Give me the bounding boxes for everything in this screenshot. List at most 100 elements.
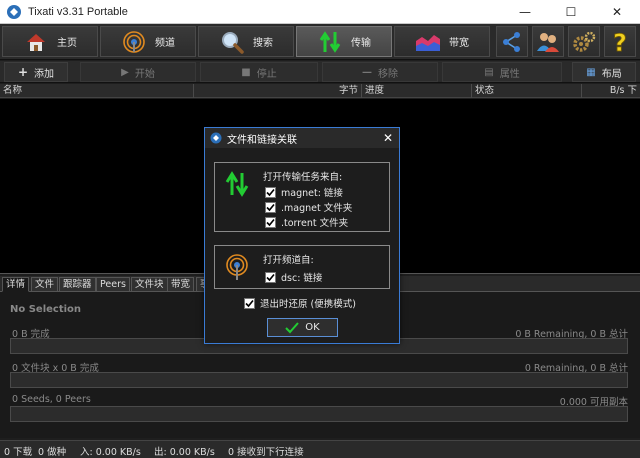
column-progress[interactable]: 进度 xyxy=(362,84,472,98)
channels-label: 频道 xyxy=(155,38,175,49)
layout-button[interactable]: ▦ 布局 xyxy=(572,62,636,82)
magnet-link-option[interactable]: magnet: 链接 xyxy=(265,185,343,199)
help-icon: ? xyxy=(613,29,628,55)
transfer-list-header: 名称 字节 进度 状态 B/s 下 xyxy=(0,84,640,98)
dsc-link-checkbox[interactable] xyxy=(265,271,276,283)
dsc-link-option[interactable]: dsc: 链接 xyxy=(265,270,322,284)
remove-button[interactable]: — 移除 xyxy=(322,62,438,82)
start-button[interactable]: ▶ 开始 xyxy=(80,62,196,82)
dialog-close-button[interactable]: ✕ xyxy=(383,131,393,145)
incoming-rate: 入: 0.00 KB/s xyxy=(80,447,141,458)
plus-icon: + xyxy=(17,65,29,79)
home-button[interactable]: 主页 xyxy=(2,26,98,57)
broadcast-icon xyxy=(121,29,147,55)
stop-label: 停止 xyxy=(256,68,277,80)
magnet-file-option[interactable]: .magnet 文件夹 xyxy=(265,200,352,214)
properties-icon: ▤ xyxy=(484,66,494,78)
transfer-arrows-icon xyxy=(317,29,343,55)
search-button[interactable]: 搜索 xyxy=(198,26,294,57)
transfer-arrows-icon xyxy=(225,171,249,197)
magnifier-icon xyxy=(219,29,245,55)
layout-label: 布局 xyxy=(601,68,622,80)
tab-peers[interactable]: Peers xyxy=(96,277,130,292)
stop-button[interactable]: ■ 停止 xyxy=(200,62,318,82)
channels-button[interactable]: 频道 xyxy=(100,26,196,57)
title-bar: Tixati v3.31 Portable — ☐ ✕ xyxy=(0,0,640,24)
tixati-app-icon xyxy=(7,4,21,19)
search-label: 搜索 xyxy=(253,38,273,49)
play-icon: ▶ xyxy=(121,66,129,78)
column-status[interactable]: 状态 xyxy=(472,84,582,98)
transfer-group-heading: 打开传输任务来自: xyxy=(263,172,343,183)
dialog-app-icon xyxy=(210,132,222,144)
main-toolbar: 主页 频道 搜索 传输 带宽 ? xyxy=(0,24,640,60)
minimize-button[interactable]: — xyxy=(502,0,548,24)
torrent-file-checkbox[interactable] xyxy=(265,216,276,228)
seeds-peers: 0 Seeds, 0 Peers xyxy=(12,394,91,405)
pieces-progress-bar xyxy=(10,372,628,388)
transfers-button[interactable]: 传输 xyxy=(296,26,392,57)
bandwidth-button[interactable]: 带宽 xyxy=(394,26,490,57)
settings-button[interactable] xyxy=(568,26,600,57)
seeding-count: 0 做种 xyxy=(38,447,67,458)
restore-on-exit-label: 退出时还原 (便携模式) xyxy=(260,299,356,310)
restore-on-exit-checkbox[interactable] xyxy=(244,297,255,309)
users-icon xyxy=(537,32,559,52)
transfers-label: 传输 xyxy=(351,38,371,49)
stop-icon: ■ xyxy=(241,66,251,78)
ok-label: OK xyxy=(305,322,320,333)
outgoing-rate: 出: 0.00 KB/s xyxy=(154,447,215,458)
restore-on-exit-option[interactable]: 退出时还原 (便携模式) xyxy=(244,296,356,310)
gears-icon xyxy=(573,31,596,52)
dialog-title: 文件和链接关联 xyxy=(227,134,297,146)
dialog-title-bar: 文件和链接关联 ✕ xyxy=(205,128,399,148)
tab-bandwidth[interactable]: 带宽 xyxy=(167,277,195,292)
column-name[interactable]: 名称 xyxy=(0,84,194,98)
downloading-count: 0 下载 xyxy=(4,447,33,458)
close-window-button[interactable]: ✕ xyxy=(594,0,640,24)
help-button[interactable]: ? xyxy=(604,26,636,57)
ok-button[interactable]: OK xyxy=(267,318,338,337)
tab-files[interactable]: 文件 xyxy=(31,277,59,292)
checkmark-icon xyxy=(266,218,275,226)
share-network-button[interactable] xyxy=(496,26,528,57)
minus-icon: — xyxy=(362,66,372,78)
users-button[interactable] xyxy=(532,26,564,57)
broadcast-icon xyxy=(226,254,248,280)
bandwidth-label: 带宽 xyxy=(449,38,469,49)
properties-button[interactable]: ▤ 属性 xyxy=(442,62,562,82)
no-selection-label: No Selection xyxy=(10,304,82,315)
transfer-association-group: 打开传输任务来自: magnet: 链接 .magnet 文件夹 .torren… xyxy=(214,162,390,232)
magnet-file-checkbox[interactable] xyxy=(265,201,276,213)
availability-bar xyxy=(10,406,628,422)
checkmark-icon xyxy=(266,188,275,196)
maximize-button[interactable]: ☐ xyxy=(548,0,594,24)
share-network-icon xyxy=(503,31,520,52)
add-label: 添加 xyxy=(34,68,55,80)
magnet-link-checkbox[interactable] xyxy=(265,186,276,198)
start-label: 开始 xyxy=(134,68,155,80)
tab-pieces[interactable]: 文件块 xyxy=(131,277,168,292)
window-title: Tixati v3.31 Portable xyxy=(28,5,128,18)
layout-icon: ▦ xyxy=(586,66,596,78)
checkmark-icon xyxy=(266,203,275,211)
torrent-file-option[interactable]: .torrent 文件夹 xyxy=(265,215,348,229)
remove-label: 移除 xyxy=(378,68,398,80)
file-association-dialog: 文件和链接关联 ✕ 打开传输任务来自: magnet: 链接 .magnet 文… xyxy=(204,127,400,344)
properties-label: 属性 xyxy=(499,68,520,80)
add-button[interactable]: + 添加 xyxy=(4,62,68,82)
magnet-link-label: magnet: 链接 xyxy=(281,188,343,199)
channel-association-group: 打开频道自: dsc: 链接 xyxy=(214,245,390,289)
home-icon xyxy=(23,29,49,55)
column-bytes[interactable]: 字节 xyxy=(194,84,362,98)
tab-details[interactable]: 详情 xyxy=(2,277,30,292)
status-bar: 0 下载 0 做种 入: 0.00 KB/s 出: 0.00 KB/s 0 接收… xyxy=(0,440,640,458)
tab-trackers[interactable]: 跟踪器 xyxy=(59,277,96,292)
svg-text:?: ? xyxy=(613,29,627,55)
checkmark-icon xyxy=(285,321,300,333)
column-download-rate[interactable]: B/s 下 xyxy=(582,84,640,98)
checkmark-icon xyxy=(266,273,275,281)
incoming-connections: 0 接收到下行连接 xyxy=(228,447,304,458)
channel-group-heading: 打开频道自: xyxy=(263,255,314,266)
torrent-file-label: .torrent 文件夹 xyxy=(281,218,349,229)
